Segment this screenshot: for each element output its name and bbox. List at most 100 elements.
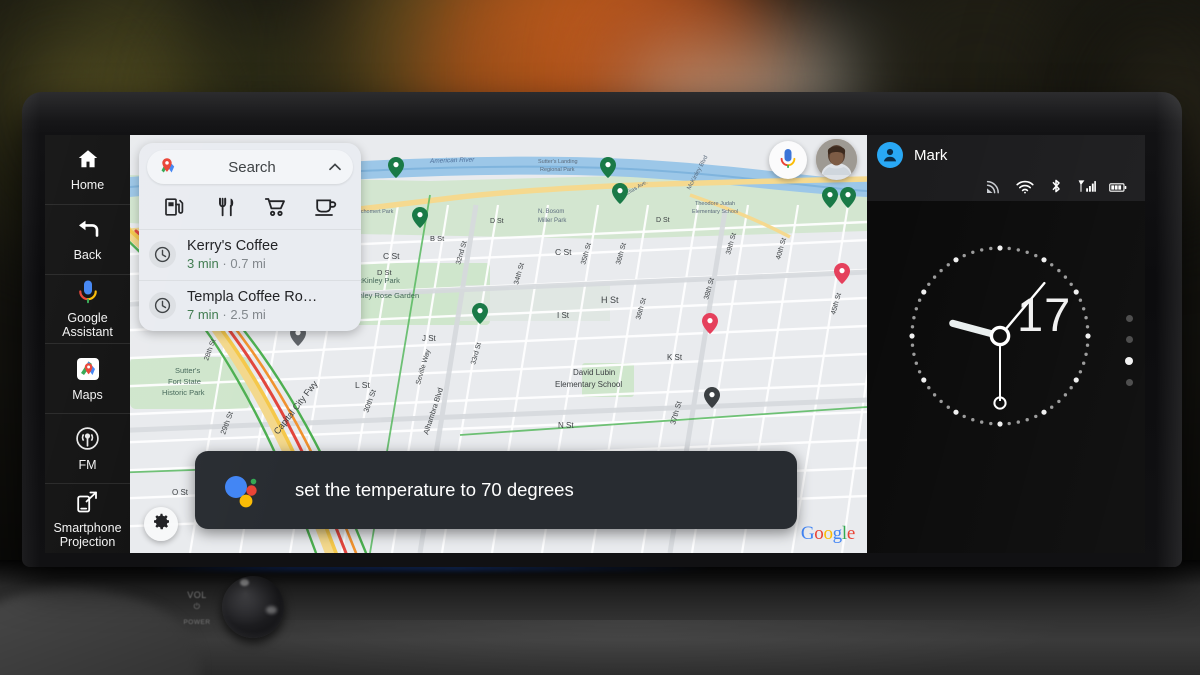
clock-tick	[1007, 246, 1011, 251]
volume-knob-group[interactable]: VOL ⏻ POWER	[183, 568, 300, 648]
clock-tick	[917, 298, 922, 302]
map-poi-pin-dot	[477, 308, 483, 314]
power-glyph-icon: ⏻	[193, 602, 201, 611]
clock-tick	[1025, 250, 1029, 255]
google-assistant-icon	[221, 468, 265, 512]
shopping-cart-icon[interactable]	[262, 195, 288, 219]
infotainment-screen: Home Back Google Assistant Maps FM Smart…	[45, 135, 1145, 553]
map-view[interactable]: American RiverAmerican River ParkwaySutt…	[130, 135, 867, 553]
page-dot[interactable]	[1125, 336, 1133, 343]
clock-tick	[1057, 399, 1061, 404]
page-dot-active[interactable]	[1125, 357, 1133, 365]
map-poi-pin-dot	[709, 392, 715, 398]
avatar[interactable]	[816, 139, 857, 180]
clock-tick	[971, 417, 975, 422]
cellular-signal-icon[interactable]	[1078, 178, 1096, 194]
clock-tick	[1016, 248, 1020, 252]
google-attribution: Google	[801, 523, 855, 545]
sidebar-item-fm[interactable]: FM	[45, 414, 130, 485]
clock-tick	[1063, 275, 1068, 279]
clock-tick	[932, 275, 937, 279]
volume-knob-label-text: VOL	[187, 590, 207, 600]
page-dot[interactable]	[1125, 379, 1133, 386]
clock-tick	[1085, 343, 1090, 347]
clock-tick	[1025, 417, 1029, 422]
clock-widget[interactable]: 17	[895, 231, 1105, 441]
clock-tick	[1081, 361, 1086, 365]
battery-icon[interactable]	[1109, 178, 1127, 194]
clock-tick	[1057, 268, 1061, 273]
wifi-icon[interactable]	[1016, 178, 1034, 194]
voice-search-button[interactable]	[769, 141, 807, 179]
chevron-up-icon[interactable]	[327, 159, 343, 175]
map-poi-pin-dot	[827, 192, 833, 198]
knob-highlight	[240, 579, 249, 586]
map-label: David Lubin	[573, 368, 615, 377]
bluetooth-icon[interactable]	[1047, 178, 1065, 194]
page-dot[interactable]	[1125, 315, 1133, 322]
map-label: C St	[555, 247, 572, 257]
cast-icon[interactable]	[985, 178, 1003, 194]
clock-tick	[1078, 298, 1083, 302]
sidebar-item-label: FM	[78, 457, 97, 472]
clock-tick	[1050, 263, 1054, 267]
clock-tick	[997, 421, 1003, 427]
clock-tick	[946, 405, 950, 409]
microphone-icon	[778, 147, 798, 174]
clock-tick	[1050, 405, 1054, 409]
user-name: Mark	[914, 146, 948, 164]
suggestion-distance: 0.7 mi	[230, 256, 266, 271]
sidebar-item-home[interactable]: Home	[45, 135, 130, 205]
clock-tick	[980, 248, 984, 252]
map-label: H St	[601, 295, 619, 305]
profile-photo	[816, 139, 857, 180]
right-panel: Mark 17	[867, 135, 1145, 553]
clock-tick	[1081, 307, 1086, 311]
search-input[interactable]: Search	[147, 150, 353, 184]
gear-icon	[152, 512, 171, 536]
sidebar-item-label: Back	[73, 248, 102, 263]
map-poi-pin-dot	[417, 212, 423, 218]
clock-tick	[1007, 421, 1011, 426]
coffee-cup-icon[interactable]	[313, 195, 339, 219]
search-suggestion-item[interactable]: Templa Coffee Ro… 7 min · 2.5 mi	[139, 280, 361, 331]
map-settings-button[interactable]	[144, 507, 178, 541]
sidebar-item-smartphone-projection[interactable]: Smartphone Projection	[45, 484, 130, 553]
gas-pump-icon[interactable]	[161, 195, 187, 219]
clock-tick	[932, 393, 937, 397]
google-letter: e	[846, 523, 855, 544]
user-avatar-icon	[877, 142, 903, 168]
search-suggestion-item[interactable]: Kerry's Coffee 3 min · 0.7 mi	[139, 229, 361, 280]
suggestion-title: Templa Coffee Ro…	[187, 289, 318, 305]
map-label: N. Bosom	[538, 209, 564, 215]
clock-tick	[989, 246, 993, 251]
clock-tick	[1034, 253, 1038, 258]
map-label: Elementary School	[555, 380, 622, 389]
map-label: N St	[558, 421, 574, 430]
clock-tick	[927, 386, 931, 390]
clock-tick	[1073, 289, 1079, 295]
clock-tick	[1063, 393, 1068, 397]
sidebar: Home Back Google Assistant Maps FM Smart…	[45, 135, 130, 553]
map-label: D St	[656, 217, 670, 224]
clock-tick	[910, 343, 915, 347]
clock-tick	[917, 370, 922, 374]
map-label: Miller Park	[538, 218, 567, 224]
sidebar-item-maps[interactable]: Maps	[45, 344, 130, 415]
map-label: J St	[422, 334, 437, 343]
map-poi-pin-dot	[605, 162, 611, 168]
user-profile[interactable]: Mark	[877, 142, 1131, 168]
search-card[interactable]: Search Kerry's Coffee 3 min · 0.7 mi Tem…	[139, 143, 361, 331]
clock-tick	[939, 399, 943, 404]
sidebar-item-label: Smartphone Projection	[53, 521, 121, 549]
clock-tick	[989, 421, 993, 426]
sidebar-item-google-assistant[interactable]: Google Assistant	[45, 275, 130, 345]
map-label: O St	[172, 488, 189, 497]
assistant-transcript-bar[interactable]: set the temperature to 70 degrees	[195, 451, 797, 529]
phone-projection-icon	[75, 489, 101, 515]
suggestion-subtitle: 7 min · 2.5 mi	[187, 307, 317, 323]
sidebar-item-back[interactable]: Back	[45, 205, 130, 275]
fork-knife-icon[interactable]	[212, 195, 238, 219]
power-label-text: POWER	[183, 619, 211, 626]
suggestion-eta: 3 min	[187, 256, 219, 271]
